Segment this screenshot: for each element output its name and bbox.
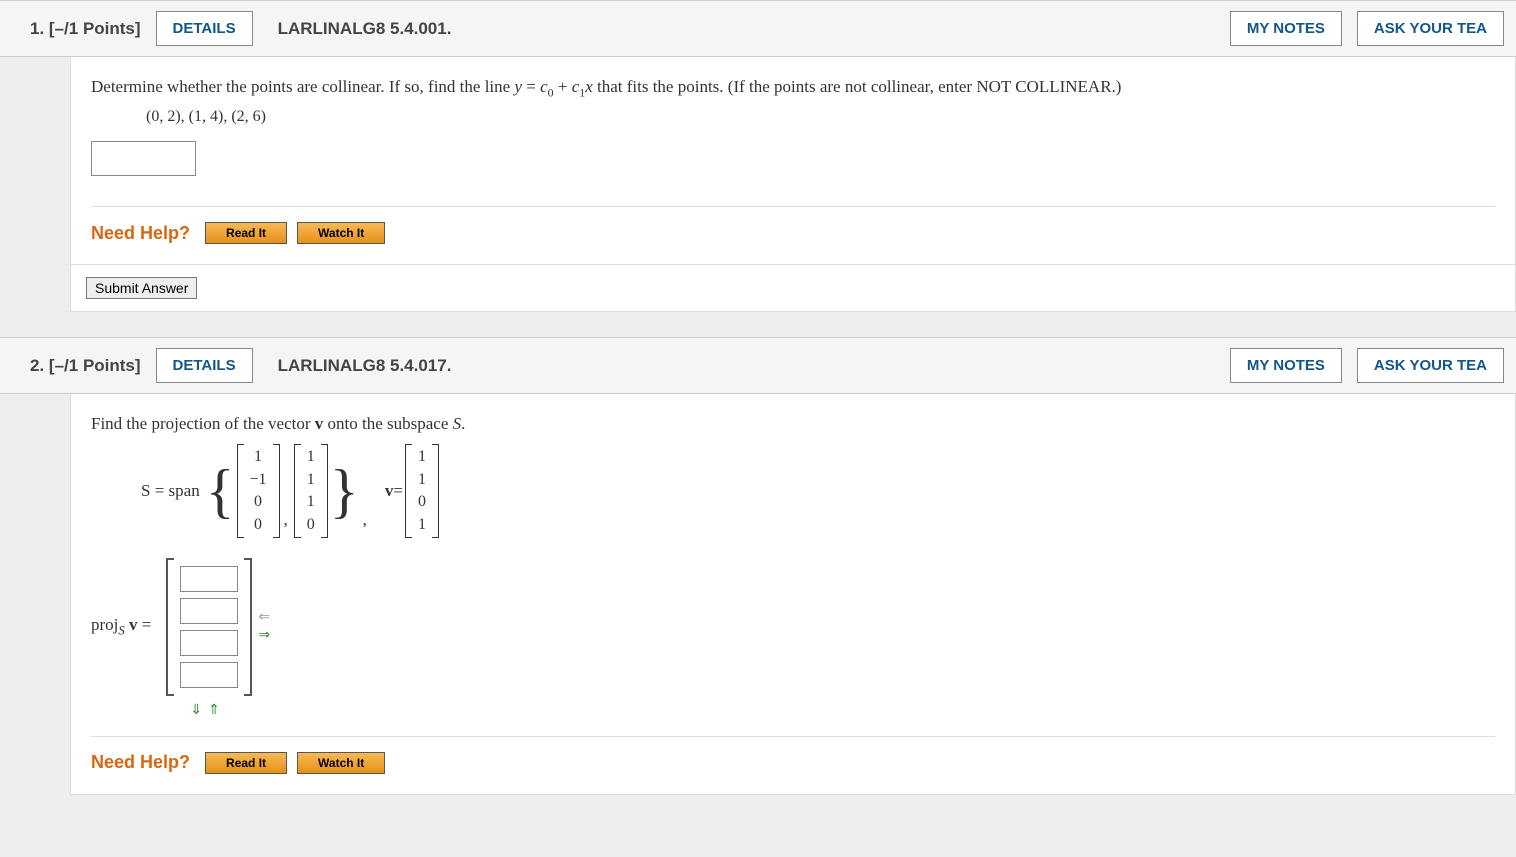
points-list: (0, 2), (1, 4), (2, 6) bbox=[146, 108, 1495, 126]
my-notes-button[interactable]: MY NOTES bbox=[1230, 348, 1342, 383]
matrix-entry-2[interactable] bbox=[180, 598, 238, 624]
question-1: 1. [–/1 Points] DETAILS LARLINALG8 5.4.0… bbox=[0, 0, 1516, 312]
projection-answer-row: projS v = ⇐ ⇒ ⇓ ⇑ bbox=[91, 558, 1495, 696]
submit-answer-button[interactable]: Submit Answer bbox=[86, 277, 197, 299]
details-button[interactable]: DETAILS bbox=[156, 11, 253, 46]
need-help-row: Need Help? Read It Watch It bbox=[91, 736, 1495, 774]
details-button[interactable]: DETAILS bbox=[156, 348, 253, 383]
question-number: 1. [–/1 Points] bbox=[30, 19, 141, 39]
ask-teacher-button[interactable]: ASK YOUR TEA bbox=[1357, 348, 1504, 383]
answer-input[interactable] bbox=[91, 141, 196, 176]
matrix-entry-4[interactable] bbox=[180, 662, 238, 688]
ask-teacher-button[interactable]: ASK YOUR TEA bbox=[1357, 11, 1504, 46]
question-2: 2. [–/1 Points] DETAILS LARLINALG8 5.4.0… bbox=[0, 337, 1516, 795]
question-text: Determine whether the points are colline… bbox=[91, 77, 1495, 100]
remove-row-icon[interactable]: ⇑ bbox=[208, 704, 220, 718]
watch-it-button[interactable]: Watch It bbox=[297, 222, 385, 244]
vector-2: 1 1 1 0 bbox=[294, 444, 328, 538]
read-it-button[interactable]: Read It bbox=[205, 222, 287, 244]
row-arrows: ⇓ ⇑ bbox=[190, 704, 219, 718]
textbook-ref: LARLINALG8 5.4.017. bbox=[278, 356, 452, 376]
need-help-label: Need Help? bbox=[91, 223, 190, 244]
question-header: 2. [–/1 Points] DETAILS LARLINALG8 5.4.0… bbox=[0, 337, 1516, 394]
read-it-button[interactable]: Read It bbox=[205, 752, 287, 774]
vector-1: 1 −1 0 0 bbox=[237, 444, 280, 538]
matrix-entry-1[interactable] bbox=[180, 566, 238, 592]
add-row-icon[interactable]: ⇓ bbox=[190, 704, 202, 718]
question-header: 1. [–/1 Points] DETAILS LARLINALG8 5.4.0… bbox=[0, 0, 1516, 57]
matrix-entry-3[interactable] bbox=[180, 630, 238, 656]
submit-row: Submit Answer bbox=[70, 265, 1516, 312]
span-definition: S = span { 1 −1 0 0 , 1 1 1 0 bbox=[141, 444, 1495, 538]
question-body: Find the projection of the vector v onto… bbox=[70, 394, 1516, 795]
textbook-ref: LARLINALG8 5.4.001. bbox=[278, 19, 452, 39]
column-arrows: ⇐ ⇒ bbox=[258, 611, 270, 643]
proj-label: projS v = bbox=[91, 615, 151, 638]
vector-v: 1 1 0 1 bbox=[405, 444, 439, 538]
comma: , bbox=[363, 510, 367, 530]
add-column-icon[interactable]: ⇒ bbox=[258, 629, 270, 643]
need-help-row: Need Help? Read It Watch It bbox=[91, 206, 1495, 244]
my-notes-button[interactable]: MY NOTES bbox=[1230, 11, 1342, 46]
left-brace-icon: { bbox=[206, 461, 235, 521]
question-body: Determine whether the points are colline… bbox=[70, 57, 1516, 265]
comma: , bbox=[284, 510, 288, 530]
watch-it-button[interactable]: Watch It bbox=[297, 752, 385, 774]
answer-matrix: ⇐ ⇒ ⇓ ⇑ bbox=[166, 558, 270, 696]
question-text: Find the projection of the vector v onto… bbox=[91, 414, 1495, 434]
remove-column-icon[interactable]: ⇐ bbox=[258, 611, 270, 625]
question-number: 2. [–/1 Points] bbox=[30, 356, 141, 376]
need-help-label: Need Help? bbox=[91, 752, 190, 773]
right-brace-icon: } bbox=[330, 461, 359, 521]
